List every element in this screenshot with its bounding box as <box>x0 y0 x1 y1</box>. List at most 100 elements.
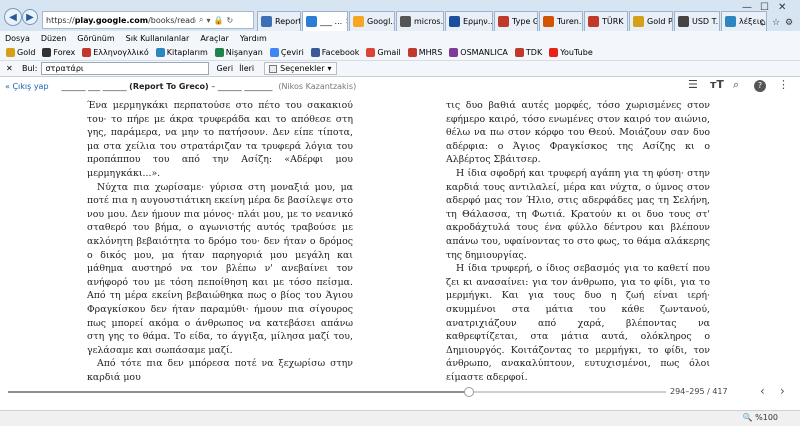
favorite-link[interactable]: MHRS <box>407 48 443 57</box>
progress-slider-fill <box>8 391 469 393</box>
tab-label: Type G... <box>512 17 537 26</box>
tab-favicon-icon <box>449 16 460 27</box>
tab-label: micros... <box>414 17 444 26</box>
favorite-label: Kitaplarım <box>166 48 208 57</box>
favorite-link[interactable]: Facebook <box>310 48 359 57</box>
options-icon <box>269 64 278 73</box>
browser-tab[interactable]: Ερμην... <box>445 11 493 31</box>
find-options-button[interactable]: Seçenekler ▾ <box>264 62 337 75</box>
browser-tab[interactable]: ___ ...✕ <box>302 11 348 31</box>
close-window-icon[interactable]: ✕ <box>778 2 786 13</box>
book-paragraph: Νύχτα πια χωρίσαμε· γύρισα στη μοναξιά μ… <box>87 181 353 356</box>
next-page-icon[interactable]: › <box>780 384 785 398</box>
favorite-icon <box>82 48 92 57</box>
favorite-label: MHRS <box>418 48 443 57</box>
search-icon[interactable]: ⌕ <box>199 15 203 25</box>
favorite-link[interactable]: Forex <box>42 48 75 57</box>
book-paragraph: Η ίδια σφοδρή και τρυφερή αγάπη για τη φ… <box>446 167 710 261</box>
menu-item[interactable]: Düzen <box>41 34 66 43</box>
menu-item[interactable]: Yardım <box>240 34 267 43</box>
right-page: τις δυο βαθιά αυτές μορφές, τόσο χωρισμέ… <box>446 99 710 384</box>
forward-arrow-icon[interactable]: ▶ <box>22 9 38 25</box>
favorite-label: YouTube <box>560 48 593 57</box>
menu-item[interactable]: Dosya <box>5 34 30 43</box>
favorite-label: OSMANLICA <box>460 48 508 57</box>
tab-favicon-icon <box>678 16 689 27</box>
browser-tab[interactable]: TÜRK ... <box>584 11 628 31</box>
browser-tab[interactable]: Turen... <box>539 11 583 31</box>
favorites-star-icon[interactable]: ☆ <box>772 18 780 28</box>
search-icon[interactable]: ⌕ <box>733 78 739 92</box>
favorite-link[interactable]: Nişanyan <box>214 48 263 57</box>
browser-tab[interactable]: Gold P... <box>629 11 673 31</box>
refresh-icon[interactable]: ↻ <box>226 16 233 25</box>
previous-page-icon[interactable]: ‹ <box>760 384 765 398</box>
tab-favicon-icon <box>353 16 364 27</box>
tab-label: USD T... <box>692 17 719 26</box>
favorite-label: Çeviri <box>280 48 304 57</box>
close-icon[interactable]: ✕ <box>6 64 16 73</box>
find-next-button[interactable]: İleri <box>239 64 254 73</box>
exit-reader-link[interactable]: « Çıkış yap <box>5 82 49 91</box>
favorite-icon <box>6 48 15 57</box>
favorites-bar: Gold Forex Ελληνογλλικό Kitaplarım Nişanyan Ç… <box>0 45 800 61</box>
tab-favicon-icon <box>588 16 599 27</box>
tab-strip: Report ...___ ...✕Googl...micros...Ερμην… <box>257 11 768 31</box>
favorite-icon <box>310 48 320 57</box>
settings-gear-icon[interactable]: ⚙ <box>785 18 793 28</box>
progress-slider-track[interactable] <box>8 391 666 393</box>
favorite-label: Nişanyan <box>225 48 263 57</box>
favorite-icon <box>214 48 224 57</box>
favorite-link[interactable]: Ελληνογλλικό <box>82 48 149 57</box>
back-arrow-icon[interactable]: ◀ <box>4 8 22 26</box>
lock-icon[interactable]: 🔒 <box>214 16 224 25</box>
home-icon[interactable]: ⌂ <box>760 18 766 28</box>
book-author: (Nikos Kazantzakis) <box>278 81 357 91</box>
book-paragraph: Από τότε πια δεν μπόρεσα ποτέ να ξεχωρίσ… <box>87 358 353 383</box>
tab-label: Ερμην... <box>463 17 493 26</box>
tab-label: Report ... <box>275 17 301 26</box>
favorite-link[interactable]: Kitaplarım <box>155 48 208 57</box>
favorite-link[interactable]: TDK <box>514 48 542 57</box>
browser-tab[interactable]: micros... <box>396 11 444 31</box>
menu-item[interactable]: Araçlar <box>200 34 228 43</box>
minimize-icon[interactable]: — <box>742 2 752 13</box>
browser-tab[interactable]: Type G... <box>494 11 538 31</box>
find-previous-button[interactable]: Geri <box>216 64 233 73</box>
menu-item[interactable]: Sık Kullanılanlar <box>126 34 190 43</box>
maximize-icon[interactable]: ☐ <box>760 2 769 13</box>
dropdown-icon[interactable]: ▾ <box>206 16 210 25</box>
menu-item[interactable]: Görünüm <box>77 34 114 43</box>
left-page: Ένα μερμηγκάκι περπατούσε στο πέτο του σ… <box>87 99 353 384</box>
browser-tab[interactable]: USD T... <box>674 11 720 31</box>
favorite-icon <box>449 48 459 57</box>
favorite-link[interactable]: OSMANLICA <box>449 48 508 57</box>
favorite-link[interactable]: Çeviri <box>269 48 304 57</box>
browser-tab[interactable]: Googl... <box>349 11 395 31</box>
favorite-link[interactable]: Gmail <box>366 48 401 57</box>
more-vert-icon[interactable]: ⋮ <box>778 78 789 91</box>
browser-titlebar: ◀ ▶ https://play.google.com/books/reader… <box>0 0 800 31</box>
favorite-icon <box>514 48 524 57</box>
address-text[interactable]: https://play.google.com/books/reader?pri… <box>46 16 196 25</box>
address-bar[interactable]: https://play.google.com/books/reader?pri… <box>42 11 254 29</box>
tab-label: TÜRK ... <box>602 17 627 26</box>
book-paragraph: τις δυο βαθιά αυτές μορφές, τόσο χωρισμέ… <box>446 100 710 166</box>
favorite-link[interactable]: YouTube <box>549 48 593 57</box>
zoom-level[interactable]: 🔍 %100 <box>743 413 778 422</box>
text-size-icon[interactable]: ᴛT <box>710 78 724 91</box>
favorite-icon <box>155 48 165 57</box>
progress-slider-thumb[interactable] <box>463 387 474 397</box>
browser-tab[interactable]: Report ... <box>257 11 301 31</box>
help-icon[interactable]: ? <box>754 80 766 92</box>
favorite-link[interactable]: Gold <box>6 48 35 57</box>
find-input[interactable] <box>41 62 210 75</box>
favorite-label: Gold <box>17 48 36 57</box>
find-options-label: Seçenekler <box>280 64 325 73</box>
tab-label: Googl... <box>367 17 395 26</box>
status-bar: 🔍 %100 <box>0 410 800 426</box>
close-tab-icon[interactable]: ✕ <box>345 17 347 26</box>
tab-label: Gold P... <box>647 17 672 26</box>
contents-list-icon[interactable]: ☰ <box>688 78 698 91</box>
tab-label: ___ ... <box>320 17 343 26</box>
